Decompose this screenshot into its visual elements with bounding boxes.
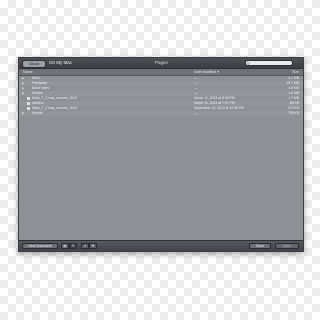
sort-arrow-icon: ▾ [217, 70, 219, 74]
column-header: Name Date Modified ▾ Size [19, 69, 303, 76]
list-item[interactable]: ▶ Novels — 799 KB [19, 111, 303, 116]
file-list: ▶ Work — 4.1 MB ▶ Freelance — 19.7 MB ▶ … [19, 76, 303, 116]
disclosure-triangle-icon[interactable]: ▶ [22, 111, 24, 116]
column-date-label: Date Modified [194, 70, 217, 74]
item-name: Novels [32, 111, 43, 115]
open-button[interactable]: Open [275, 243, 299, 249]
done-button[interactable]: Done [249, 243, 271, 249]
new-document-button[interactable]: New Document [22, 243, 58, 249]
bottom-toolbar: New Document ▦ ☰ ↗ ⚑ Done Open [19, 240, 303, 251]
search-input[interactable]: ⚲ [245, 60, 293, 66]
window-title: Pages [155, 60, 168, 65]
icloud-button[interactable]: iCloud [22, 60, 46, 68]
list-icon: ☰ [71, 244, 75, 248]
share-button[interactable]: ↗ [81, 243, 89, 249]
search-icon: ⚲ [247, 61, 250, 66]
list-view-button[interactable]: ☰ [69, 243, 77, 249]
tag-icon: ⚑ [91, 244, 95, 248]
document-icon [27, 107, 30, 110]
title-bar: iCloud On My Mac Pages ⚲ [19, 58, 303, 69]
share-icon: ↗ [83, 244, 87, 248]
item-size: 799 KB [287, 111, 299, 115]
document-icon [27, 102, 30, 105]
grid-icon: ▦ [63, 244, 67, 248]
document-browser-window: iCloud On My Mac Pages ⚲ Name Date Modif… [18, 57, 304, 252]
item-date: — [194, 111, 198, 115]
column-date-modified[interactable]: Date Modified ▾ [194, 69, 219, 75]
icon-view-button[interactable]: ▦ [61, 243, 69, 249]
document-icon [27, 97, 30, 100]
column-name[interactable]: Name [23, 69, 33, 75]
location-label[interactable]: On My Mac [49, 59, 72, 67]
column-size[interactable]: Size [292, 69, 299, 75]
tags-button[interactable]: ⚑ [89, 243, 97, 249]
